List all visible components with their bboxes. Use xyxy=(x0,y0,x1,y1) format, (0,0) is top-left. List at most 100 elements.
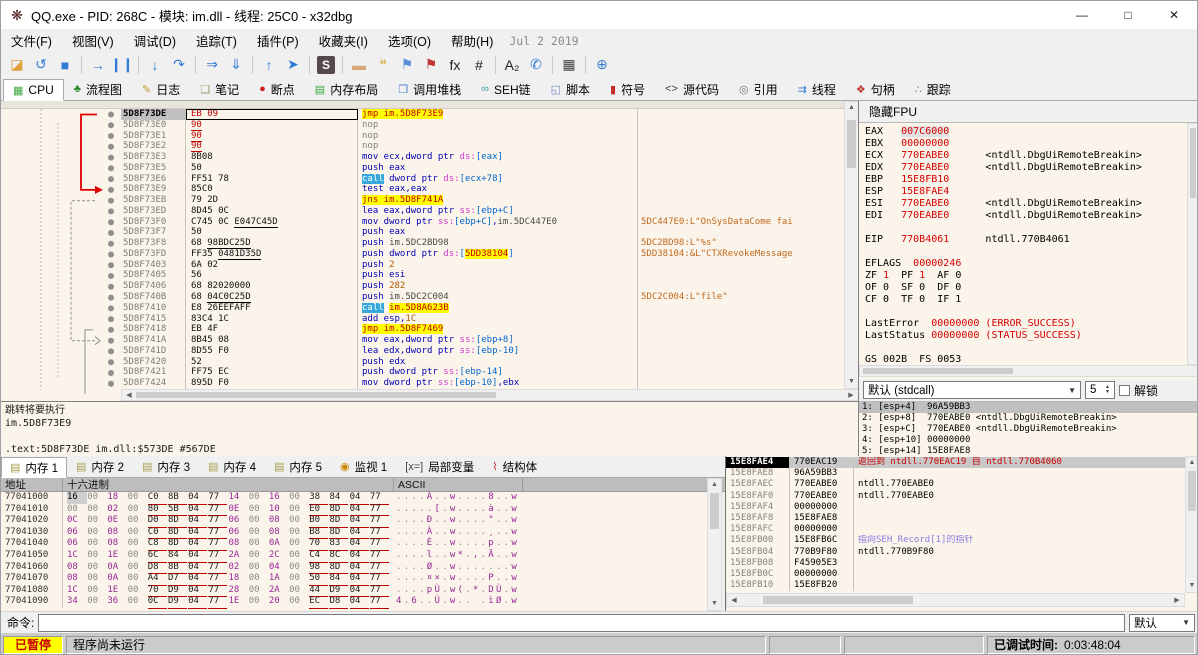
run-to-user-code-icon[interactable]: ➤ xyxy=(281,54,305,76)
stack-row[interactable]: 15E8FB1015E8FB20 xyxy=(726,580,1185,591)
open-file-icon[interactable]: ◪ xyxy=(5,54,29,76)
strings-icon[interactable]: A₂ xyxy=(500,54,524,76)
disasm-row[interactable]: 5D8F742052push edx xyxy=(1,357,844,368)
tab-graph[interactable]: ♣流程图 xyxy=(64,78,132,100)
dump-tab-memory-1[interactable]: ▤内存 1 xyxy=(1,457,67,478)
minimize-button[interactable]: — xyxy=(1059,1,1105,29)
hex-row[interactable]: 7704100016001800C08B04771400160038840477… xyxy=(1,492,707,504)
stack-row[interactable]: 15E8FAE4770EAC19返回到 ntdll.770EAC19 自 ntd… xyxy=(726,457,1185,468)
disassembly-hscrollbar[interactable]: ◀ ▶ xyxy=(121,389,859,401)
menu-item-V[interactable]: 视图(V) xyxy=(62,28,124,53)
hex-row[interactable]: 77041090340036000CD904771E002000ECD80477… xyxy=(1,596,707,608)
dump-tab-memory-2[interactable]: ▤内存 2 xyxy=(67,456,133,477)
register-row[interactable]: CF 0 TF 0 IF 1 xyxy=(865,294,1187,306)
disasm-row[interactable]: 5D8F740556push esi xyxy=(1,270,844,281)
disasm-row[interactable]: 5D8F7418EB 4Fjmp im.5D8F7469 xyxy=(1,324,844,335)
memory-dump-panel[interactable]: ▤内存 1▤内存 2▤内存 3▤内存 4▤内存 5◉监视 1[x=]局部变量⌇结… xyxy=(1,456,726,611)
menu-item-D[interactable]: 调试(D) xyxy=(124,28,186,53)
disasm-row[interactable]: 5D8F73DEEB 09jmp im.5D8F73E9 xyxy=(1,109,844,120)
patches-icon[interactable]: ▬ xyxy=(347,54,371,76)
tab-memory-map[interactable]: ▤内存布局 xyxy=(305,78,388,100)
stack-row[interactable]: 15E8FB0C00000000 xyxy=(726,569,1185,580)
title-bar[interactable]: ❋ QQ.exe - PID: 268C - 模块: im.dll - 线程: … xyxy=(1,1,1197,29)
command-input[interactable] xyxy=(38,614,1125,632)
register-row[interactable]: EDX 770EABE0 <ntdll.DbgUiRemoteBreakin> xyxy=(865,162,1187,174)
close-debuggee-icon[interactable]: ■ xyxy=(53,54,77,76)
register-row[interactable]: ESI 770EABE0 <ntdll.DbgUiRemoteBreakin> xyxy=(865,198,1187,210)
hash-icon[interactable]: # xyxy=(467,54,491,76)
stack-panel[interactable]: 15E8FAE4770EAC19返回到 ntdll.770EAC19 自 ntd… xyxy=(726,456,1198,611)
disasm-row[interactable]: 5D8F73FDFF35 0481D35Dpush dword ptr ds:[… xyxy=(1,249,844,260)
argument-row[interactable]: 1: [esp+4] 96A59BB3 xyxy=(859,402,1198,413)
register-row[interactable]: EBP 15E8FB10 xyxy=(865,174,1187,186)
unlock-checkbox[interactable] xyxy=(1119,385,1130,396)
comments-icon[interactable]: ❝ xyxy=(371,54,395,76)
dump-tab-memory-4[interactable]: ▤内存 4 xyxy=(199,456,265,477)
register-row[interactable]: EIP 770B4061 ntdll.770B4061 xyxy=(865,234,1187,246)
disasm-row[interactable]: 5D8F73E6FF51 78call dword ptr ds:[ecx+78… xyxy=(1,174,844,185)
bookmarks-icon[interactable]: ⚑ xyxy=(419,54,443,76)
animate-over-icon[interactable]: ⇓ xyxy=(224,54,248,76)
tab-script[interactable]: ◱脚本 xyxy=(541,78,600,100)
tab-cpu[interactable]: ▦CPU xyxy=(3,79,64,101)
maximize-button[interactable]: □ xyxy=(1105,1,1151,29)
dump-tab-locals[interactable]: [x=]局部变量 xyxy=(396,456,483,477)
calling-convention-select[interactable]: 默认 (stdcall)▼ xyxy=(863,381,1081,399)
disasm-row[interactable]: 5D8F73E190nop xyxy=(1,131,844,142)
disasm-row[interactable]: 5D8F740B68 04C0C25Dpush im.5DC2C0045DC2C… xyxy=(1,292,844,303)
register-row[interactable]: LastStatus 00000000 (STATUS_SUCCESS) xyxy=(865,330,1187,342)
stack-row[interactable]: 15E8FAE896A59BB3 xyxy=(726,468,1185,479)
hex-row[interactable]: 770410200C000E00D08D047706000800B08D0477… xyxy=(1,515,707,527)
tab-trace[interactable]: ∴跟踪 xyxy=(905,78,961,100)
disassembly-panel[interactable]: 5D8F73DEEB 09jmp im.5D8F73E95D8F73E090no… xyxy=(1,101,859,401)
hex-row[interactable]: 7704104006000800C88D047708000A0070830477… xyxy=(1,538,707,550)
hex-row[interactable]: 770410801C001E0070D9047728002A0044D90477… xyxy=(1,585,707,597)
stack-row[interactable]: 15E8FAF400000000 xyxy=(726,502,1185,513)
close-button[interactable]: ✕ xyxy=(1151,1,1197,29)
restart-icon[interactable]: ↺ xyxy=(29,54,53,76)
register-row[interactable]: EAX 007C6000 xyxy=(865,126,1187,138)
disasm-row[interactable]: 5D8F73EB79 2Djns im.5D8F741A xyxy=(1,195,844,206)
register-row[interactable]: ZF 1 PF 1 AF 0 xyxy=(865,270,1187,282)
tab-log[interactable]: ✎日志 xyxy=(132,78,190,100)
register-row[interactable]: LastError 00000000 (ERROR_SUCCESS) xyxy=(865,318,1187,330)
register-row[interactable]: ESP 15E8FAE4 xyxy=(865,186,1187,198)
tab-seh[interactable]: ∞SEH链 xyxy=(471,78,541,100)
disasm-row[interactable]: 5D8F73E550push eax xyxy=(1,163,844,174)
pause-icon[interactable]: ❙❙ xyxy=(110,54,134,76)
stack-row[interactable]: 15E8FB04770B9F80ntdll.770B9F80 xyxy=(726,547,1185,558)
hide-fpu-button[interactable]: 隐藏FPU xyxy=(869,103,917,120)
register-list[interactable]: EAX 007C6000EBX 00000000ECX 770EABE0 <nt… xyxy=(859,123,1187,365)
register-row[interactable]: OF 0 SF 0 DF 0 xyxy=(865,282,1187,294)
command-script-select[interactable]: 默认▼ xyxy=(1129,614,1195,632)
menu-item-I[interactable]: 收藏夹(I) xyxy=(309,28,378,53)
dump-tab-memory-3[interactable]: ▤内存 3 xyxy=(133,456,199,477)
register-row[interactable]: EBX 00000000 xyxy=(865,138,1187,150)
disasm-row[interactable]: 5D8F73F868 98BDC25Dpush im.5DC2BD985DC2B… xyxy=(1,238,844,249)
dump-tab-watch-1[interactable]: ◉监视 1 xyxy=(331,456,396,477)
calculator-icon[interactable]: ▦ xyxy=(557,54,581,76)
hex-row[interactable]: 7704101000000200805B04770E001000E08D0477… xyxy=(1,504,707,516)
dump-tab-struct[interactable]: ⌇结构体 xyxy=(483,456,546,477)
stack-vscrollbar[interactable]: ▲ ▼ xyxy=(1185,456,1198,593)
hex-row[interactable]: 770410501C001E006C8404772A002C00C48C0477… xyxy=(1,550,707,562)
tab-breakpoints[interactable]: ●断点 xyxy=(249,78,305,100)
internet-icon[interactable]: ⊕ xyxy=(590,54,614,76)
attach-icon[interactable]: ✆ xyxy=(524,54,548,76)
stack-row[interactable]: 15E8FB08F45905E3 xyxy=(726,558,1185,569)
disasm-row[interactable]: 5D8F73F0C745 0C E047C45Dmov dword ptr ss… xyxy=(1,217,844,228)
registers-hscrollbar[interactable] xyxy=(859,365,1198,377)
arg-count-spinner[interactable]: 5 ▲▼ xyxy=(1085,381,1115,399)
register-row[interactable]: EFLAGS 00000246 xyxy=(865,258,1187,270)
hex-row[interactable]: 7704103006000800C08D047706000800B88D0477… xyxy=(1,527,707,539)
disasm-row[interactable]: 5D8F741D8D55 F0lea edx,dword ptr ss:[ebp… xyxy=(1,346,844,357)
step-over-icon[interactable]: ↷ xyxy=(167,54,191,76)
tab-handles[interactable]: ❖句柄 xyxy=(846,78,905,100)
argument-row[interactable]: 2: [esp+8] 770EABE0 <ntdll.DbgUiRemoteBr… xyxy=(859,413,1198,424)
menu-item-O[interactable]: 选项(O) xyxy=(378,28,441,53)
register-row[interactable]: ECX 770EABE0 <ntdll.DbgUiRemoteBreakin> xyxy=(865,150,1187,162)
disasm-row[interactable]: 5D8F73ED8D45 0Clea eax,dword ptr ss:[ebp… xyxy=(1,206,844,217)
menu-item-T[interactable]: 追踪(T) xyxy=(186,28,247,53)
scylla-icon[interactable]: S xyxy=(317,56,335,74)
disasm-row[interactable]: 5D8F7424895D F0mov dword ptr ss:[ebp-10]… xyxy=(1,378,844,389)
